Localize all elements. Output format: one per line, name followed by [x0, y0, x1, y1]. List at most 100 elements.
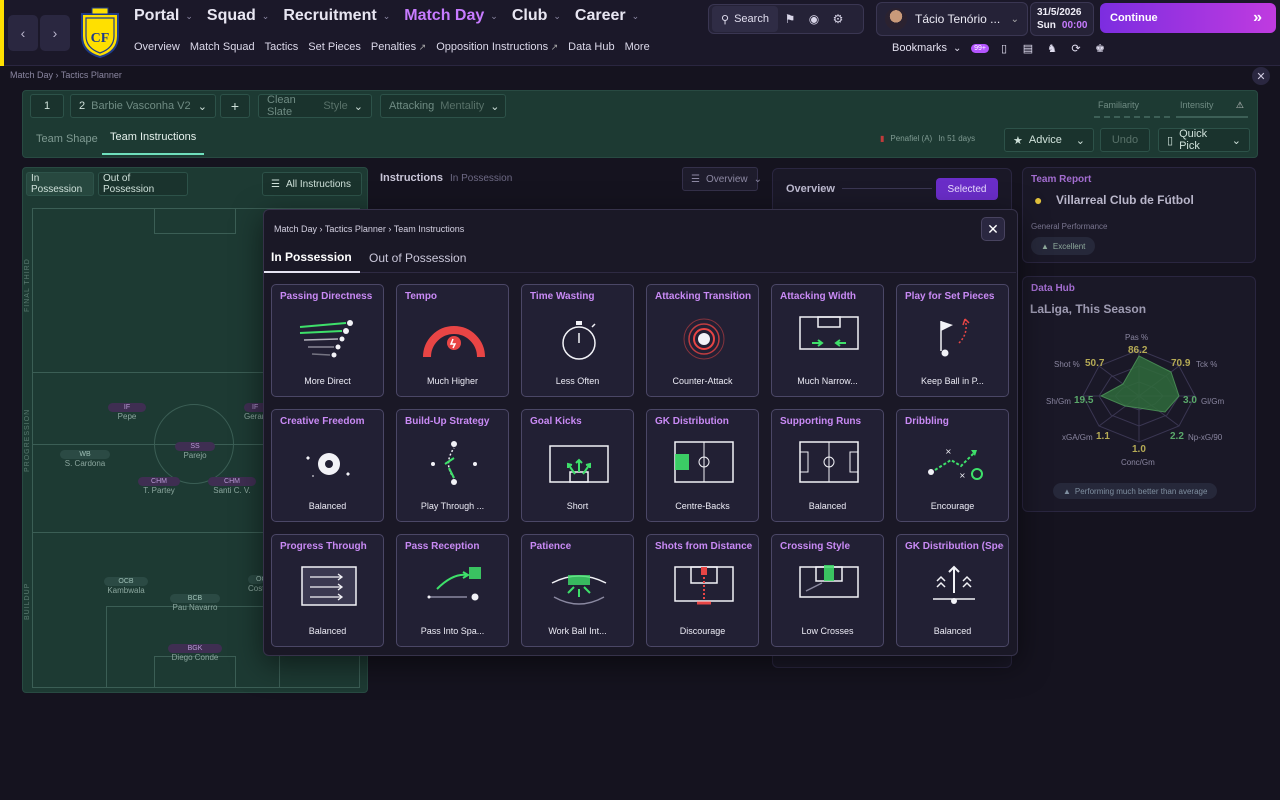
nav-item-club[interactable]: Club ⌄: [512, 7, 561, 25]
refresh-icon[interactable]: ⟳: [1066, 38, 1086, 58]
subnav-item-opposition-instructions[interactable]: Opposition Instructions: [436, 41, 558, 53]
notifications-icon[interactable]: 99+: [970, 38, 990, 58]
instruction-card-attacking-transition[interactable]: Attacking Transition Counter-Attack: [646, 284, 759, 397]
toggle-in-possession[interactable]: In Possession: [26, 172, 94, 196]
instruction-card-build-up-strategy[interactable]: Build-Up Strategy Play Through ...: [396, 409, 509, 522]
add-tactic-button[interactable]: +: [220, 94, 250, 118]
instruction-card-gk-distribution-speed[interactable]: GK Distribution (Speed Balanced: [896, 534, 1009, 647]
undo-button[interactable]: Undo: [1100, 128, 1150, 152]
subnav-item-match-squad[interactable]: Match Squad: [190, 41, 255, 53]
tab-team-instructions[interactable]: Team Instructions: [102, 131, 205, 155]
instruction-card-creative-freedom[interactable]: Creative Freedom Balanced: [271, 409, 384, 522]
player-marker[interactable]: BCB Pau Navarro: [170, 594, 220, 612]
toggle-out-possession[interactable]: Out of Possession: [98, 172, 188, 196]
nav-item-squad[interactable]: Squad ⌄: [207, 7, 269, 25]
view-select[interactable]: ☰ Overview ⌄: [682, 167, 762, 191]
subnav-item-penalties[interactable]: Penalties: [371, 41, 426, 53]
subnav-item-overview[interactable]: Overview: [134, 41, 180, 53]
data-hub-title: Data Hub: [1031, 283, 1075, 294]
breadcrumb-item[interactable]: Match Day: [10, 70, 53, 80]
quick-pick-button[interactable]: ▯ Quick Pick ⌄: [1158, 128, 1250, 152]
dribbling-icon: ××: [928, 447, 983, 480]
instruction-card-passing-directness[interactable]: Passing Directness More Direct: [271, 284, 384, 397]
selected-button[interactable]: Selected: [936, 178, 998, 200]
bookmark-icon[interactable]: ⚑: [778, 7, 802, 31]
tactic-select[interactable]: 2 Barbie Vasconha V2 ⌄: [70, 94, 216, 118]
shirt-icon[interactable]: ▯: [994, 38, 1014, 58]
back-button[interactable]: ‹: [8, 15, 38, 51]
stat-label: xGA/Gm: [1062, 433, 1093, 442]
mentality-select[interactable]: Attacking Mentality ⌄: [380, 94, 506, 118]
breadcrumb-item[interactable]: Tactics Planner: [325, 224, 386, 234]
trophy-icon[interactable]: ♚: [1090, 38, 1110, 58]
nav-item-match-day[interactable]: Match Day ⌄: [404, 7, 498, 25]
instruction-card-gk-distribution[interactable]: GK Distribution Centre-Backs: [646, 409, 759, 522]
advice-button[interactable]: ★ Advice ⌄: [1004, 128, 1094, 152]
next-match-when: In 51 days: [938, 134, 976, 143]
instruction-card-pass-reception[interactable]: Pass Reception Pass Into Spa...: [396, 534, 509, 647]
player-marker[interactable]: WB S. Cardona: [60, 450, 110, 468]
list-icon: ☰: [691, 173, 700, 185]
instruction-card-time-wasting[interactable]: Time Wasting Less Often: [521, 284, 634, 397]
tab-team-shape[interactable]: Team Shape: [36, 133, 98, 145]
search-toolbar: ⚲ Search ⚑ ◉ ⚙: [708, 4, 864, 34]
bookmarks-dropdown[interactable]: Bookmarks ⌄: [892, 42, 961, 54]
instruction-card-goal-kicks[interactable]: Goal Kicks Short: [521, 409, 634, 522]
modal-breadcrumb: Match Day › Tactics Planner › Team Instr…: [274, 224, 464, 234]
notification-badge: 99+: [971, 43, 989, 53]
player-marker[interactable]: IF Pepe: [108, 403, 146, 421]
player-marker[interactable]: OCB Kambwala: [104, 577, 148, 595]
subnav-item-set-pieces[interactable]: Set Pieces: [308, 41, 361, 53]
instruction-card-progress-through[interactable]: Progress Through Balanced: [271, 534, 384, 647]
all-instructions-button[interactable]: ☰ All Instructions: [262, 172, 362, 196]
date-display: 31/5/2026 Sun 00:00: [1030, 2, 1094, 36]
subnav-item-data-hub[interactable]: Data Hub: [568, 41, 614, 53]
globe-icon[interactable]: ◉: [802, 7, 826, 31]
close-page-button[interactable]: ✕: [1252, 67, 1270, 85]
instruction-card-title: Build-Up Strategy: [405, 416, 490, 427]
familiarity-meter[interactable]: Familiarity: [1094, 96, 1170, 118]
subnav-item-tactics[interactable]: Tactics: [265, 41, 299, 53]
instruction-card-title: Supporting Runs: [780, 416, 862, 427]
intensity-meter[interactable]: Intensity ⚠: [1176, 96, 1248, 118]
continue-button[interactable]: Continue »: [1100, 3, 1276, 33]
clipboard-icon[interactable]: ▤: [1018, 38, 1038, 58]
modal-close-button[interactable]: ✕: [981, 217, 1005, 241]
instruction-card-patience[interactable]: Patience Work Ball Int...: [521, 534, 634, 647]
chevron-down-icon: ⌄: [553, 10, 561, 21]
player-marker[interactable]: BGK Diego Conde: [168, 644, 222, 662]
search-button[interactable]: ⚲ Search: [712, 6, 778, 32]
instruction-card-shots-from-distance[interactable]: Shots from Distance Discourage: [646, 534, 759, 647]
player-role: WB: [60, 450, 110, 459]
player-marker[interactable]: CHM T. Partey: [138, 477, 180, 495]
subnav-item-more[interactable]: More: [625, 41, 650, 53]
nav-item-recruitment[interactable]: Recruitment ⌄: [283, 7, 390, 25]
gear-icon[interactable]: ⚙: [826, 7, 850, 31]
mentality-value: Attacking: [389, 100, 435, 112]
nav-item-career[interactable]: Career ⌄: [575, 7, 639, 25]
instruction-card-supporting-runs[interactable]: Supporting Runs Balanced: [771, 409, 884, 522]
chevron-down-icon: ⌄: [753, 173, 763, 185]
people-icon[interactable]: ♞: [1042, 38, 1062, 58]
instruction-card-attacking-width[interactable]: Attacking Width Much Narrow...: [771, 284, 884, 397]
tactic-slot[interactable]: 1: [30, 94, 64, 118]
instruction-card-play-for-set-pieces[interactable]: Play for Set Pieces Keep Ball in P...: [896, 284, 1009, 397]
player-marker[interactable]: SS Parejo: [175, 442, 215, 460]
nav-item-portal[interactable]: Portal ⌄: [134, 7, 193, 25]
instruction-card-dribbling[interactable]: Dribbling × × Encourage: [896, 409, 1009, 522]
instruction-card-crossing-style[interactable]: Crossing Style Low Crosses: [771, 534, 884, 647]
club-crest-logo[interactable]: CF: [78, 6, 122, 59]
active-tab-underline: [264, 271, 360, 273]
tab-out-of-possession[interactable]: Out of Possession: [369, 251, 466, 265]
player-marker[interactable]: OCBCosta: [248, 575, 264, 593]
instruction-card-tempo[interactable]: Tempo Much Higher: [396, 284, 509, 397]
player-marker[interactable]: CHM Santi C. V.: [208, 477, 256, 495]
tab-in-possession[interactable]: In Possession: [271, 250, 352, 264]
manager-profile-button[interactable]: Tácio Tenório ... ⌄: [876, 2, 1028, 36]
forward-button[interactable]: ›: [40, 15, 70, 51]
player-role: OCB: [104, 577, 148, 586]
breadcrumb-item[interactable]: Match Day: [274, 224, 317, 234]
star-icon: ★: [1013, 134, 1023, 147]
breadcrumb-item[interactable]: Tactics Planner: [61, 70, 122, 80]
style-select[interactable]: Clean Slate Style ⌄: [258, 94, 372, 118]
